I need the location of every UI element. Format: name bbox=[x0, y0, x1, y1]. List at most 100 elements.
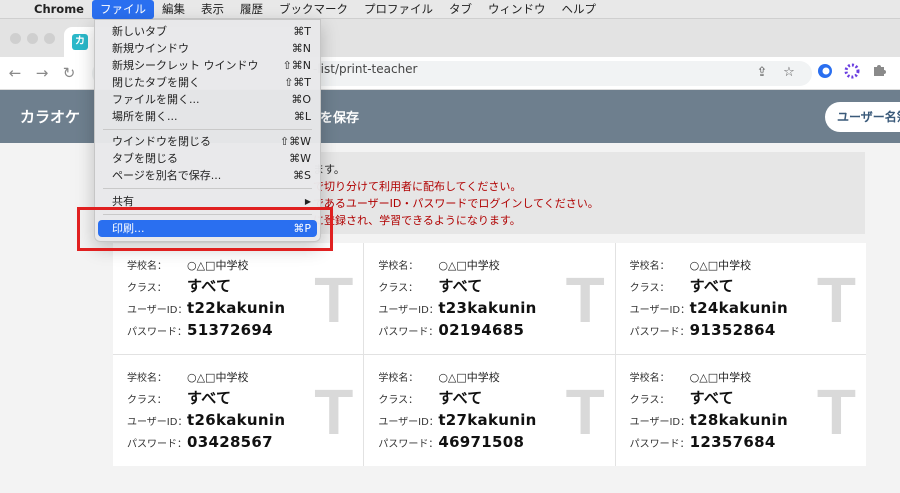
extensions-puzzle-icon[interactable] bbox=[869, 63, 889, 83]
bookmark-star-icon[interactable]: ☆ bbox=[779, 63, 799, 83]
school-label: 学校名： bbox=[127, 261, 167, 272]
user-id-value: t28kakunin bbox=[689, 411, 788, 429]
account-card: T 学校名： ○△□中学校 クラス： すべて ユーザーID： t23kakunin パ… bbox=[364, 243, 615, 354]
school-value: ○△□中学校 bbox=[438, 371, 500, 384]
forward-icon[interactable]: → bbox=[33, 64, 51, 82]
class-label: クラス： bbox=[629, 395, 670, 406]
teacher-mark: T bbox=[314, 264, 354, 336]
account-card: T 学校名： ○△□中学校 クラス： すべて ユーザーID： t22kakunin パ… bbox=[113, 243, 364, 354]
notice-line: で切り分けて利用者に配布してください。 bbox=[313, 180, 522, 193]
menu-item-new-tab[interactable]: 新しいタブ ⌘T bbox=[95, 23, 320, 40]
password-value: 91352864 bbox=[689, 321, 776, 339]
menu-item-new-incognito[interactable]: 新規シークレット ウインドウ ⇧⌘N bbox=[95, 57, 320, 74]
favicon-icon: カ bbox=[72, 34, 88, 50]
extension-blue-icon[interactable] bbox=[815, 63, 835, 83]
share-icon[interactable]: ⇪ bbox=[752, 63, 772, 83]
password-value: 03428567 bbox=[187, 433, 273, 451]
user-id-value: t26kakunin bbox=[187, 411, 286, 429]
school-label: 学校名： bbox=[378, 373, 419, 384]
menu-item-reopen-tab[interactable]: 閉じたタブを開く ⇧⌘T bbox=[95, 74, 320, 91]
password-label: パスワード： bbox=[127, 327, 187, 338]
password-value: 12357684 bbox=[689, 433, 776, 451]
menu-item-close-tab[interactable]: タブを閉じる ⌘W bbox=[95, 150, 320, 167]
teacher-mark: T bbox=[565, 376, 605, 448]
extension-purple-icon[interactable] bbox=[842, 63, 862, 83]
class-value: すべて bbox=[438, 277, 483, 295]
account-card: T 学校名： ○△□中学校 クラス： すべて ユーザーID： t28kakunin パ… bbox=[615, 355, 866, 466]
teacher-mark: T bbox=[565, 264, 605, 336]
notice-line: に登録され、学習できるようになります。 bbox=[313, 214, 521, 227]
user-id-label: ユーザーID： bbox=[127, 305, 188, 316]
class-label: クラス： bbox=[378, 283, 419, 294]
menu-item-close-window[interactable]: ウインドウを閉じる ⇧⌘W bbox=[95, 133, 320, 150]
menu-edit[interactable]: 編集 bbox=[154, 0, 193, 19]
reload-icon[interactable]: ↻ bbox=[60, 64, 78, 82]
account-card: T 学校名： ○△□中学校 クラス： すべて ユーザーID： t27kakunin パ… bbox=[364, 355, 615, 466]
menu-history[interactable]: 履歴 bbox=[232, 0, 271, 19]
user-id-value: t22kakunin bbox=[187, 299, 286, 317]
password-label: パスワード： bbox=[378, 439, 439, 450]
user-id-value: t24kakunin bbox=[689, 299, 788, 317]
account-card: T 学校名： ○△□中学校 クラス： すべて ユーザーID： t26kakunin パ… bbox=[113, 355, 364, 466]
school-label: 学校名： bbox=[629, 373, 670, 384]
menu-tab[interactable]: タブ bbox=[441, 0, 480, 19]
back-icon[interactable]: ← bbox=[6, 64, 24, 82]
school-label: 学校名： bbox=[127, 373, 167, 384]
menu-file[interactable]: ファイル bbox=[91, 0, 154, 19]
menu-bar: Chrome ファイル 編集 表示 履歴 ブックマーク プロファイル タブ ウィ… bbox=[0, 0, 900, 19]
class-value: すべて bbox=[689, 389, 734, 407]
class-label: クラス： bbox=[629, 283, 670, 294]
password-label: パスワード： bbox=[629, 439, 690, 450]
class-value: すべて bbox=[187, 389, 232, 407]
password-value: 02194685 bbox=[438, 321, 525, 339]
school-value: ○△□中学校 bbox=[187, 371, 249, 384]
password-label: パスワード： bbox=[127, 439, 187, 450]
account-cards-grid: T 学校名： ○△□中学校 クラス： すべて ユーザーID： t22kakunin パ… bbox=[113, 243, 866, 466]
minimize-window-icon[interactable] bbox=[27, 33, 38, 44]
menu-item-save-page[interactable]: ページを別名で保存... ⌘S bbox=[95, 167, 320, 184]
class-label: クラス： bbox=[127, 283, 167, 294]
school-value: ○△□中学校 bbox=[187, 259, 249, 272]
teacher-mark: T bbox=[816, 264, 856, 336]
class-label: クラス： bbox=[378, 395, 419, 406]
password-label: パスワード： bbox=[378, 327, 439, 338]
school-label: 学校名： bbox=[629, 261, 670, 272]
school-value: ○△□中学校 bbox=[438, 259, 500, 272]
class-value: すべて bbox=[187, 277, 232, 295]
teacher-mark: T bbox=[314, 376, 354, 448]
url-text: -list/print-teacher bbox=[313, 62, 418, 76]
menu-help[interactable]: ヘルプ bbox=[553, 0, 604, 19]
menu-bookmarks[interactable]: ブックマーク bbox=[271, 0, 356, 19]
user-id-label: ユーザーID： bbox=[127, 417, 188, 428]
user-id-label: ユーザーID： bbox=[629, 305, 691, 316]
print-highlight-box bbox=[77, 207, 333, 251]
notice-line: であるユーザーID・パスワードでログインしてください。 bbox=[313, 197, 599, 210]
page-title: カラオケ bbox=[20, 108, 81, 126]
class-value: すべて bbox=[689, 277, 734, 295]
teacher-mark: T bbox=[816, 376, 856, 448]
menu-profile[interactable]: プロファイル bbox=[356, 0, 441, 19]
password-label: パスワード： bbox=[629, 327, 690, 338]
user-id-value: t23kakunin bbox=[438, 299, 537, 317]
menu-item-open-file[interactable]: ファイルを開く... ⌘O bbox=[95, 91, 320, 108]
password-value: 51372694 bbox=[187, 321, 273, 339]
user-id-label: ユーザーID： bbox=[629, 417, 691, 428]
menu-separator bbox=[103, 129, 312, 130]
page-title-suffix: を保存 bbox=[320, 111, 360, 126]
close-window-icon[interactable] bbox=[10, 33, 21, 44]
user-id-value: t27kakunin bbox=[438, 411, 537, 429]
user-id-label: ユーザーID： bbox=[378, 417, 439, 428]
menu-item-open-location[interactable]: 場所を開く... ⌘L bbox=[95, 108, 320, 125]
menu-view[interactable]: 表示 bbox=[193, 0, 232, 19]
menu-item-new-window[interactable]: 新規ウインドウ ⌘N bbox=[95, 40, 320, 57]
class-label: クラス： bbox=[127, 395, 167, 406]
password-value: 46971508 bbox=[438, 433, 525, 451]
account-card: T 学校名： ○△□中学校 クラス： すべて ユーザーID： t24kakunin パ… bbox=[615, 243, 866, 354]
user-list-button[interactable]: ユーザー名簿 bbox=[825, 102, 900, 132]
school-value: ○△□中学校 bbox=[689, 259, 752, 272]
menu-chrome[interactable]: Chrome bbox=[26, 0, 92, 19]
menu-window[interactable]: ウィンドウ bbox=[480, 0, 554, 19]
zoom-window-icon[interactable] bbox=[44, 33, 55, 44]
school-value: ○△□中学校 bbox=[689, 371, 752, 384]
school-label: 学校名： bbox=[378, 261, 419, 272]
